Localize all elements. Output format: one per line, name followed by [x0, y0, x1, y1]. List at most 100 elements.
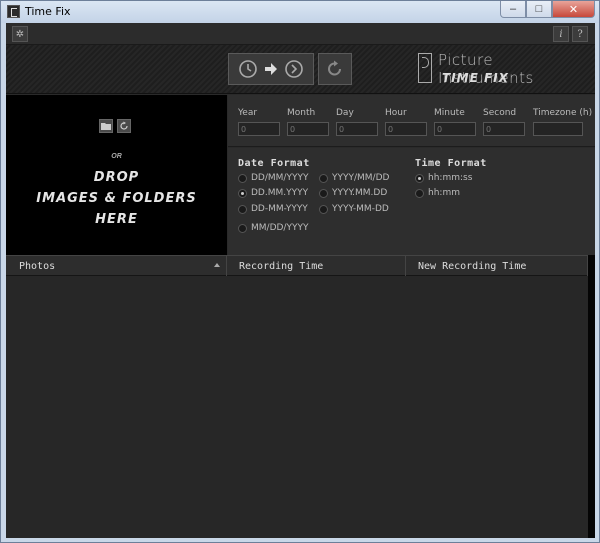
second-field-group: Second: [483, 108, 527, 136]
column-header-recording-time[interactable]: Recording Time: [227, 256, 406, 276]
hour-label: Hour: [385, 108, 407, 118]
drop-line-1: DROP: [93, 170, 140, 185]
radio-button[interactable]: [238, 173, 247, 183]
minimize-icon: –: [509, 3, 517, 15]
minute-input[interactable]: [434, 122, 476, 136]
second-input[interactable]: [483, 122, 525, 136]
date-format-label: YYYY-MM-DD: [332, 204, 389, 214]
app-icon: [7, 5, 20, 18]
refresh-button[interactable]: [117, 119, 131, 133]
drop-zone[interactable]: OR DROP IMAGES & FOLDERS HERE: [6, 95, 227, 255]
top-toolbar: ✲ i ?: [6, 23, 595, 45]
close-button[interactable]: ✕: [552, 1, 595, 18]
hour-field-group: Hour: [385, 108, 429, 136]
date-format-label: YYYY.MM.DD: [332, 188, 388, 198]
time-format-option[interactable]: hh:mm:ss: [415, 173, 472, 183]
month-input[interactable]: [287, 122, 329, 136]
product-name: TIME FIX: [442, 71, 509, 85]
drop-or-text: OR: [111, 153, 122, 160]
time-format-heading: Time Format: [415, 158, 487, 169]
date-format-option[interactable]: DD-MM-YYYY: [238, 204, 308, 214]
maximize-button[interactable]: □: [526, 1, 552, 18]
year-field-group: Year: [238, 108, 282, 136]
gear-icon: ✲: [15, 28, 25, 40]
radio-button-selected[interactable]: [415, 173, 424, 183]
radio-button[interactable]: [238, 223, 247, 233]
column-header-label: New Recording Time: [418, 260, 527, 272]
minute-label: Minute: [434, 108, 465, 118]
time-format-label: hh:mm:ss: [428, 173, 473, 183]
column-header-label: Photos: [19, 260, 56, 272]
help-button[interactable]: ?: [572, 26, 588, 42]
month-label: Month: [287, 108, 316, 118]
help-icon: ?: [577, 28, 583, 40]
info-icon: i: [559, 28, 563, 40]
date-format-option[interactable]: YYYY.MM.DD: [319, 188, 387, 198]
timezone-field-group: Timezone (h): [533, 108, 593, 136]
arrow-right-icon: [265, 63, 277, 75]
clock-icon: [239, 60, 257, 78]
date-format-label: YYYY/MM/DD: [332, 173, 390, 183]
date-format-option[interactable]: DD/MM/YYYY: [238, 173, 308, 183]
column-header-new-recording-time[interactable]: New Recording Time: [406, 256, 588, 276]
window-controls: – □ ✕: [500, 1, 595, 18]
header-banner: Picture Instruments TIME FIX: [6, 45, 595, 94]
apply-time-fix-button[interactable]: [228, 53, 314, 85]
radio-button[interactable]: [319, 204, 328, 214]
vertical-scrollbar[interactable]: [588, 255, 595, 538]
circle-arrow-icon: [285, 60, 303, 78]
info-button[interactable]: i: [553, 26, 569, 42]
date-format-label: MM/DD/YYYY: [251, 223, 309, 233]
brand-logo: Picture Instruments TIME FIX: [418, 51, 588, 87]
maximize-icon: □: [535, 3, 543, 15]
hour-input[interactable]: [385, 122, 427, 136]
column-header-label: Recording Time: [239, 260, 324, 272]
date-format-label: DD-MM-YYYY: [251, 204, 308, 214]
date-format-label: DD.MM.YYYY: [251, 188, 309, 198]
folder-icon: [101, 123, 111, 130]
date-format-heading: Date Format: [238, 158, 310, 169]
photo-list[interactable]: [6, 276, 588, 538]
date-format-option[interactable]: YYYY/MM/DD: [319, 173, 389, 183]
radio-button[interactable]: [319, 188, 328, 198]
title-bar[interactable]: Time Fix – □ ✕: [1, 1, 599, 23]
window-title: Time Fix: [25, 5, 71, 18]
client-area: ✲ i ? Picture Instruments TIME FIX OR DR…: [6, 23, 595, 538]
reset-button[interactable]: [318, 53, 352, 85]
date-format-label: DD/MM/YYYY: [251, 173, 309, 183]
year-label: Year: [238, 108, 258, 118]
close-icon: ✕: [568, 3, 579, 16]
second-label: Second: [483, 108, 517, 118]
app-window: Time Fix – □ ✕ ✲ i ? Picture Instruments…: [0, 0, 600, 543]
date-format-option[interactable]: YYYY-MM-DD: [319, 204, 389, 214]
time-format-option[interactable]: hh:mm: [415, 188, 460, 198]
date-format-option[interactable]: MM/DD/YYYY: [238, 223, 308, 233]
date-format-option[interactable]: DD.MM.YYYY: [238, 188, 308, 198]
radio-button[interactable]: [238, 204, 247, 214]
day-input[interactable]: [336, 122, 378, 136]
time-offset-fields: Year Month Day Hour Minute Second: [228, 95, 595, 147]
minute-field-group: Minute: [434, 108, 478, 136]
picture-instruments-logo-icon: [418, 53, 432, 83]
settings-button[interactable]: ✲: [12, 26, 28, 42]
radio-button[interactable]: [319, 173, 328, 183]
add-folder-button[interactable]: [99, 119, 113, 133]
table-header: Photos Recording Time New Recording Time: [6, 255, 595, 276]
minimize-button[interactable]: –: [500, 1, 526, 18]
drop-zone-actions: [99, 119, 131, 133]
drop-line-3: HERE: [95, 212, 138, 227]
radio-button[interactable]: [415, 188, 424, 198]
format-options: Date Format Time Format DD/MM/YYYY DD.MM…: [228, 148, 595, 255]
day-field-group: Day: [336, 108, 380, 136]
column-header-photos[interactable]: Photos: [6, 256, 227, 276]
day-label: Day: [336, 108, 354, 118]
time-format-label: hh:mm: [428, 188, 460, 198]
reset-icon: [328, 60, 341, 76]
year-input[interactable]: [238, 122, 280, 136]
month-field-group: Month: [287, 108, 331, 136]
timezone-label: Timezone (h): [533, 108, 593, 118]
timezone-input[interactable]: [533, 122, 583, 136]
drop-instructions: DROP IMAGES & FOLDERS HERE: [6, 167, 227, 230]
refresh-icon: [120, 121, 128, 130]
radio-button-selected[interactable]: [238, 188, 247, 198]
